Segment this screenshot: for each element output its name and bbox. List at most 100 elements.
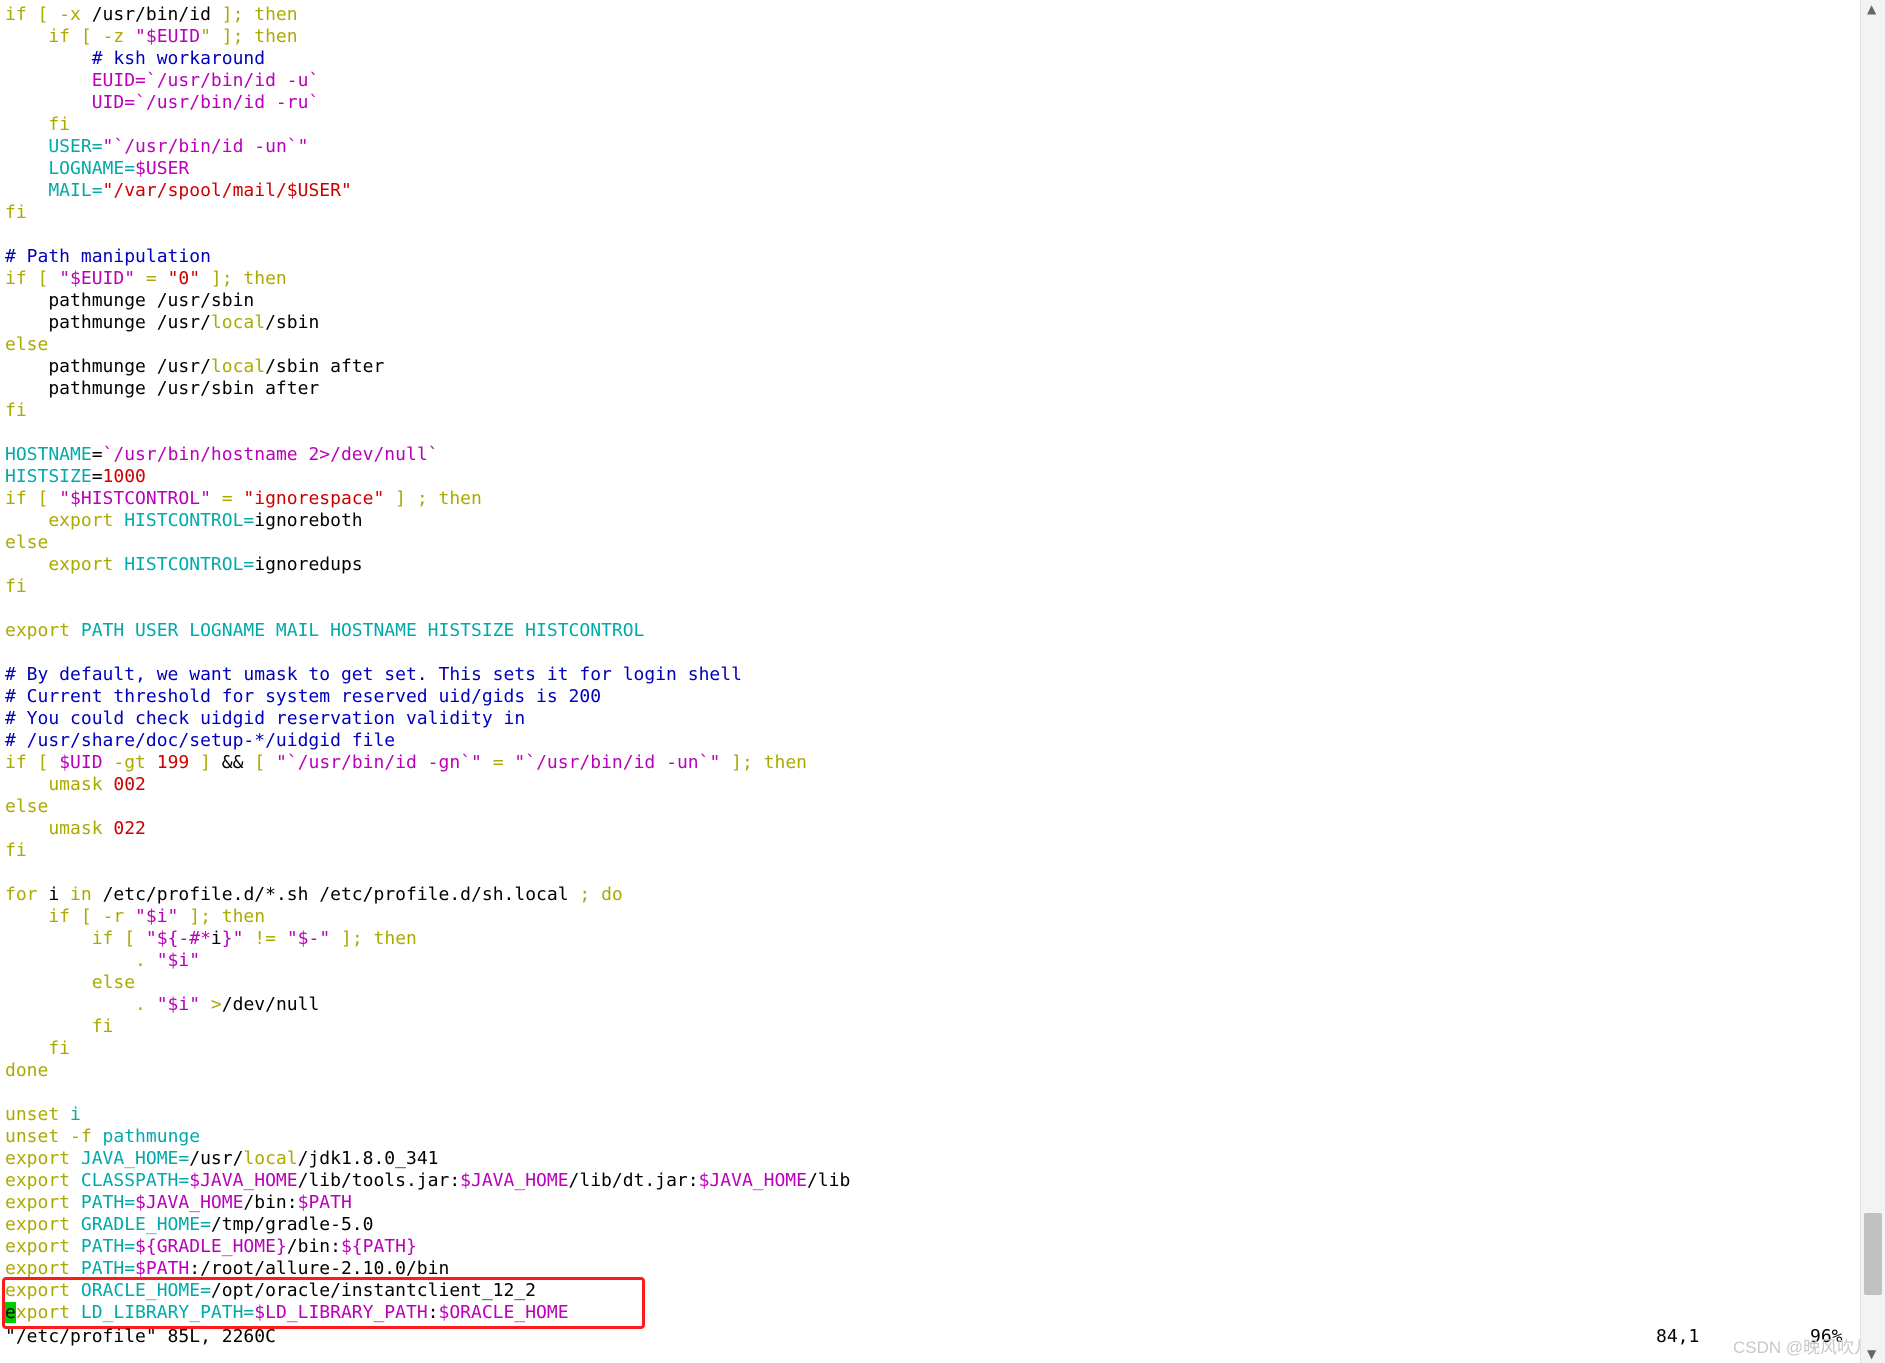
code-line: pathmunge /usr/local/sbin bbox=[5, 312, 319, 334]
code-token: PATH= bbox=[80, 1258, 136, 1279]
code-token: # /usr/share/doc/setup-*/uidgid file bbox=[5, 730, 396, 751]
code-token: i bbox=[70, 1104, 81, 1125]
vertical-scrollbar[interactable]: ▲ ▼ bbox=[1860, 0, 1885, 1363]
code-token: else bbox=[5, 532, 49, 553]
code-token: if [ bbox=[5, 752, 60, 773]
code-token: /bin: bbox=[243, 1192, 298, 1213]
code-token: $JAVA_HOME bbox=[135, 1192, 244, 1213]
code-line: if [ -x /usr/bin/id ]; then bbox=[5, 4, 298, 26]
code-token: /etc/profile.d/*.sh /etc/profile.d/sh.lo… bbox=[102, 884, 580, 905]
code-token: /lib/dt.jar: bbox=[568, 1170, 699, 1191]
code-token: $USER bbox=[135, 158, 190, 179]
code-line: else bbox=[5, 532, 48, 554]
code-token: 022 bbox=[113, 818, 146, 839]
code-token: $PATH bbox=[297, 1192, 352, 1213]
code-line: fi bbox=[5, 114, 70, 136]
code-line: fi bbox=[5, 202, 27, 224]
code-line: if [ "$EUID" = "0" ]; then bbox=[5, 268, 287, 290]
code-token: local bbox=[210, 312, 266, 333]
code-token: export bbox=[5, 1214, 81, 1235]
code-token: done bbox=[5, 1060, 49, 1081]
code-token: # By default, we want umask to get set. … bbox=[5, 664, 742, 685]
code-token: export bbox=[5, 554, 125, 575]
code-line: # By default, we want umask to get set. … bbox=[5, 664, 742, 686]
code-token: if [ bbox=[5, 488, 60, 509]
code-token: unset -f bbox=[5, 1126, 103, 1147]
code-line: LOGNAME=$USER bbox=[5, 158, 189, 180]
scroll-up-arrow-icon[interactable]: ▲ bbox=[1867, 2, 1876, 16]
code-line: EUID=`/usr/bin/id -u` bbox=[5, 70, 320, 92]
code-token: export bbox=[5, 620, 81, 641]
code-line: if [ -z "$EUID" ]; then bbox=[5, 26, 298, 48]
code-token: fi bbox=[5, 1016, 114, 1037]
scroll-down-arrow-icon[interactable]: ▼ bbox=[1867, 1347, 1876, 1361]
cursor-position-indicator: 84,1 bbox=[1656, 1326, 1700, 1347]
code-token: $JAVA_HOME bbox=[189, 1170, 298, 1191]
code-token: fi bbox=[5, 400, 27, 421]
code-token: LOGNAME= bbox=[5, 158, 136, 179]
code-token: UID=`/usr/bin/id -ru` bbox=[5, 92, 320, 113]
scrollbar-thumb[interactable] bbox=[1864, 1213, 1882, 1296]
code-token: `/usr/bin/hostname 2>/dev/null` bbox=[102, 444, 439, 465]
code-token: unset bbox=[5, 1104, 71, 1125]
code-token: export bbox=[5, 1170, 81, 1191]
code-token: "/var/spool/mail/$USER" bbox=[102, 180, 352, 201]
code-line: UID=`/usr/bin/id -ru` bbox=[5, 92, 320, 114]
code-token: if [ bbox=[5, 268, 60, 289]
code-line: # You could check uidgid reservation val… bbox=[5, 708, 525, 730]
code-token: ${GRADLE_HOME} bbox=[135, 1236, 287, 1257]
editor-text-area[interactable]: if [ -x /usr/bin/id ]; then if [ -z "$EU… bbox=[5, 4, 1855, 1339]
code-token: != bbox=[243, 928, 287, 949]
code-line: . "$i" >/dev/null bbox=[5, 994, 319, 1016]
code-token: "$i" bbox=[135, 906, 179, 927]
code-token: "`/usr/bin/id -un`" bbox=[102, 136, 309, 157]
code-line: export PATH=$JAVA_HOME/bin:$PATH bbox=[5, 1192, 352, 1214]
code-token: /usr/bin/id bbox=[91, 4, 222, 25]
code-token: USER= bbox=[5, 136, 103, 157]
code-line: export PATH=${GRADLE_HOME}/bin:${PATH} bbox=[5, 1236, 417, 1258]
code-token: MAIL= bbox=[5, 180, 103, 201]
code-token: fi bbox=[5, 114, 71, 135]
code-token: > bbox=[200, 994, 222, 1015]
code-line: export HISTCONTROL=ignoreboth bbox=[5, 510, 362, 532]
code-line: pathmunge /usr/sbin bbox=[5, 290, 254, 312]
code-token: GRADLE_HOME= bbox=[80, 1214, 211, 1235]
code-line: fi bbox=[5, 1016, 114, 1038]
code-line: # /usr/share/doc/setup-*/uidgid file bbox=[5, 730, 395, 752]
code-token: = bbox=[210, 488, 244, 509]
code-line: if [ "${-#*i}" != "$-" ]; then bbox=[5, 928, 417, 950]
code-line: pathmunge /usr/sbin after bbox=[5, 378, 319, 400]
code-token: umask bbox=[5, 774, 114, 795]
code-token: i bbox=[48, 884, 60, 905]
code-token: "`/usr/bin/id -un`" bbox=[514, 752, 721, 773]
code-token: "$HISTCONTROL" bbox=[59, 488, 211, 509]
code-token: local bbox=[243, 1148, 298, 1169]
code-token: /usr/ bbox=[189, 1148, 244, 1169]
code-line: export PATH USER LOGNAME MAIL HOSTNAME H… bbox=[5, 620, 644, 642]
code-token: export bbox=[5, 1148, 81, 1169]
code-token: export bbox=[5, 1258, 81, 1279]
code-token: $PATH bbox=[135, 1258, 190, 1279]
code-line: USER="`/usr/bin/id -un`" bbox=[5, 136, 308, 158]
code-token: pathmunge /usr/ bbox=[5, 312, 211, 333]
code-token: 199 bbox=[156, 752, 190, 773]
code-token: /dev/null bbox=[221, 994, 320, 1015]
code-line: export JAVA_HOME=/usr/local/jdk1.8.0_341 bbox=[5, 1148, 439, 1170]
code-token: ]; then bbox=[720, 752, 807, 773]
code-token: export bbox=[5, 1236, 81, 1257]
code-token: = bbox=[135, 268, 168, 289]
code-token: /lib bbox=[806, 1170, 851, 1191]
code-token: ; do bbox=[579, 884, 623, 905]
code-line: pathmunge /usr/local/sbin after bbox=[5, 356, 384, 378]
watermark-text: CSDN @晚风吹儿 bbox=[1733, 1338, 1872, 1357]
code-token: 002 bbox=[113, 774, 146, 795]
code-token: ] ; then bbox=[384, 488, 482, 509]
code-token: "$i" bbox=[156, 994, 201, 1015]
code-token: # You could check uidgid reservation val… bbox=[5, 708, 526, 729]
code-line: done bbox=[5, 1060, 48, 1082]
code-token: export bbox=[5, 510, 125, 531]
code-line: if [ -r "$i" ]; then bbox=[5, 906, 265, 928]
code-token: else bbox=[5, 796, 49, 817]
code-token: /sbin bbox=[265, 312, 320, 333]
code-token: " ]; then bbox=[200, 26, 298, 47]
